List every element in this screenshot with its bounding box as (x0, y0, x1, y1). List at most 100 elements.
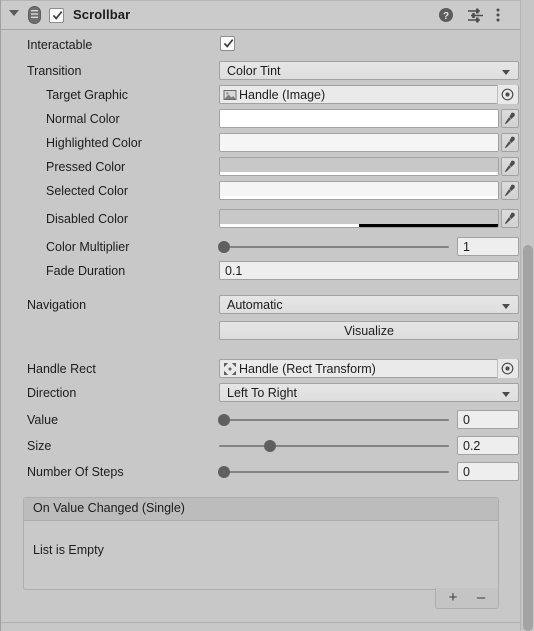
label-normal-color: Normal Color (46, 112, 120, 126)
component-enabled-checkbox[interactable] (49, 8, 64, 23)
label-pressed-color: Pressed Color (46, 160, 126, 174)
fade-duration-input[interactable]: 0.1 (219, 261, 519, 280)
transition-dropdown[interactable]: Color Tint (219, 61, 519, 80)
number-of-steps-input[interactable]: 0 (457, 462, 519, 481)
size-input[interactable]: 0.2 (457, 436, 519, 455)
normal-color-swatch[interactable] (219, 109, 499, 128)
eyedropper-icon (504, 160, 515, 173)
normal-color-eyedropper-button[interactable] (501, 109, 519, 128)
row-transition: Transition Color Tint (1, 59, 521, 83)
direction-value: Left To Right (227, 386, 297, 400)
label-disabled-color: Disabled Color (46, 212, 128, 226)
row-target-graphic: Target Graphic Handle (Image) (1, 83, 521, 107)
chevron-down-icon (502, 392, 510, 397)
rect-transform-icon (223, 362, 237, 376)
slider-knob[interactable] (217, 414, 230, 426)
scrollbar-icon (28, 6, 41, 24)
eyedropper-icon (504, 212, 515, 225)
page-title: Scrollbar (73, 7, 131, 22)
scrollbar-thumb[interactable] (523, 245, 533, 631)
row-direction: Direction Left To Right (1, 381, 521, 405)
label-size: Size (27, 439, 52, 453)
selected-color-eyedropper-button[interactable] (501, 181, 519, 200)
label-fade-duration: Fade Duration (46, 264, 126, 278)
handle-rect-picker-button[interactable] (497, 359, 518, 378)
label-handle-rect: Handle Rect (27, 362, 96, 376)
remove-event-button[interactable]: – (470, 590, 492, 606)
row-interactable: Interactable (1, 33, 521, 57)
slider-track (219, 445, 449, 447)
pressed-color-swatch[interactable] (219, 157, 499, 176)
event-list-empty-text: List is Empty (33, 543, 104, 557)
visualize-button[interactable]: Visualize (219, 321, 519, 340)
row-visualize: Visualize (1, 319, 521, 343)
slider-knob[interactable] (217, 241, 230, 253)
label-highlighted-color: Highlighted Color (46, 136, 142, 150)
target-graphic-object-field[interactable]: Handle (Image) (219, 85, 519, 104)
more-options-icon[interactable] (495, 7, 513, 23)
highlighted-color-swatch[interactable] (219, 133, 499, 152)
chevron-down-icon (502, 304, 510, 309)
number-of-steps-slider[interactable] (217, 466, 449, 478)
interactable-checkbox[interactable] (220, 36, 235, 51)
disabled-color-eyedropper-button[interactable] (501, 209, 519, 228)
highlighted-color-eyedropper-button[interactable] (501, 133, 519, 152)
slider-track (219, 246, 449, 248)
color-multiplier-value-input[interactable]: 1 (457, 237, 519, 256)
disabled-color-swatch[interactable] (219, 209, 499, 228)
row-color-multiplier: Color Multiplier 1 (1, 235, 521, 259)
navigation-value: Automatic (227, 298, 283, 312)
preset-settings-icon[interactable] (467, 7, 485, 23)
help-icon[interactable]: ? (438, 7, 456, 23)
label-color-multiplier: Color Multiplier (46, 240, 130, 254)
image-component-icon (223, 88, 237, 102)
target-graphic-value: Handle (Image) (239, 87, 326, 102)
row-selected-color: Selected Color (1, 179, 521, 203)
row-fade-duration: Fade Duration 0.1 (1, 259, 521, 283)
checkmark-icon (52, 11, 63, 20)
value-input[interactable]: 0 (457, 410, 519, 429)
on-value-changed-event-list: On Value Changed (Single) List is Empty (23, 497, 499, 590)
label-interactable: Interactable (27, 38, 93, 52)
selected-color-swatch[interactable] (219, 181, 499, 200)
handle-rect-object-field[interactable]: Handle (Rect Transform) (219, 359, 519, 378)
slider-track (219, 471, 449, 473)
color-alpha-bar (220, 224, 498, 227)
checkmark-icon (223, 39, 234, 48)
row-number-of-steps: Number Of Steps 0 (1, 460, 521, 484)
size-slider[interactable] (219, 440, 449, 452)
row-disabled-color: Disabled Color (1, 207, 521, 231)
event-list-body[interactable]: List is Empty (24, 521, 498, 589)
color-alpha-bar (220, 172, 498, 175)
navigation-dropdown[interactable]: Automatic (219, 295, 519, 314)
row-navigation: Navigation Automatic (1, 293, 521, 317)
direction-dropdown[interactable]: Left To Right (219, 383, 519, 402)
slider-knob[interactable] (263, 440, 276, 452)
row-size: Size 0.2 (1, 434, 521, 458)
color-swatch-fill (220, 110, 498, 127)
target-graphic-picker-button[interactable] (497, 85, 518, 104)
svg-text:?: ? (443, 11, 449, 22)
object-picker-icon (501, 88, 514, 101)
label-transition: Transition (27, 64, 82, 78)
component-header[interactable]: Scrollbar ? (1, 0, 534, 30)
foldout-arrow-icon[interactable] (9, 10, 19, 16)
label-selected-color: Selected Color (46, 184, 128, 198)
object-picker-icon (501, 362, 514, 375)
slider-knob[interactable] (217, 466, 230, 478)
color-swatch-fill (220, 134, 498, 151)
label-value: Value (27, 413, 59, 427)
event-list-header: On Value Changed (Single) (24, 498, 498, 521)
add-event-button[interactable]: + (442, 590, 464, 606)
inspector-vertical-scrollbar[interactable] (520, 0, 534, 631)
pressed-color-eyedropper-button[interactable] (501, 157, 519, 176)
bottom-divider (1, 622, 521, 623)
color-multiplier-slider[interactable] (217, 241, 449, 253)
row-normal-color: Normal Color (1, 107, 521, 131)
slider-track (219, 419, 449, 421)
value-slider[interactable] (217, 414, 449, 426)
row-highlighted-color: Highlighted Color (1, 131, 521, 155)
eyedropper-icon (504, 184, 515, 197)
row-value: Value 0 (1, 408, 521, 432)
row-pressed-color: Pressed Color (1, 155, 521, 179)
